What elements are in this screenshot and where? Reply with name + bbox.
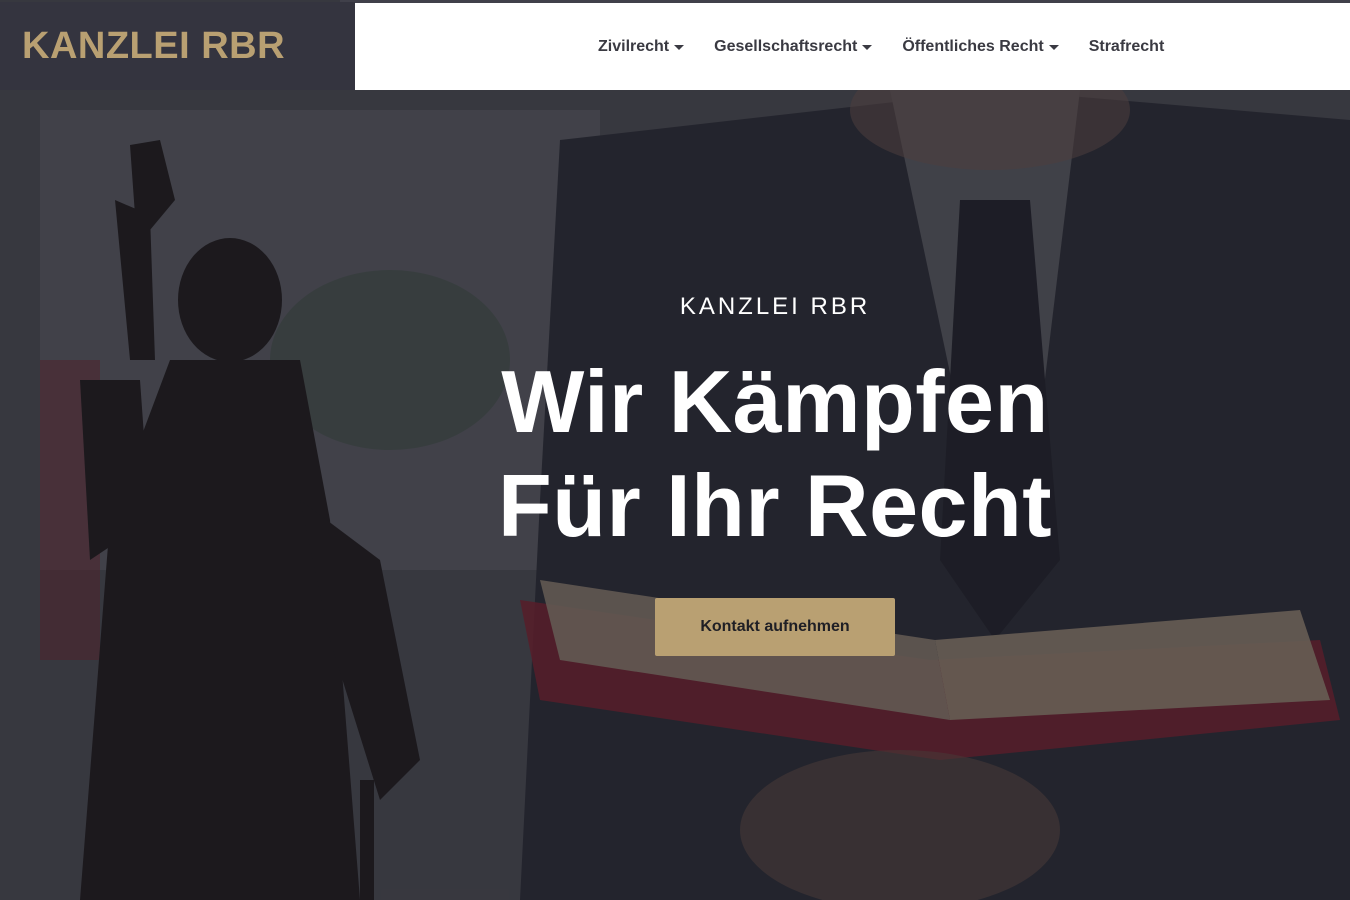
nav-item-gesellschaftsrecht[interactable]: Gesellschaftsrecht (714, 37, 873, 56)
nav-item-label: Zivilrecht (598, 37, 670, 55)
hero-headline-line-1: Wir Kämpfen (501, 352, 1049, 451)
nav-item-label: Strafrecht (1088, 37, 1165, 55)
caret-down-icon (862, 44, 873, 50)
brand-logo[interactable]: KANZLEI RBR (0, 2, 355, 90)
nav-item-label: Öffentliches Recht (902, 37, 1044, 55)
nav-item-oeffentliches-recht[interactable]: Öffentliches Recht (902, 37, 1059, 56)
nav-item-label: Gesellschaftsrecht (714, 37, 858, 55)
caret-down-icon (1048, 44, 1059, 50)
nav-menu: Zivilrecht Gesellschaftsrecht Öffentlich… (598, 3, 1194, 90)
main-navigation: Zivilrecht Gesellschaftsrecht Öffentlich… (355, 3, 1350, 90)
nav-item-zivilrecht[interactable]: Zivilrecht (598, 37, 685, 56)
hero-eyebrow: KANZLEI RBR (679, 293, 871, 320)
hero-headline: Wir Kämpfen Für Ihr Recht (400, 350, 1150, 558)
contact-button[interactable]: Kontakt aufnehmen (655, 598, 895, 656)
hero-content: KANZLEI RBR Wir Kämpfen Für Ihr Recht Ko… (400, 290, 1150, 656)
hero-headline-line-2: Für Ihr Recht (497, 456, 1053, 555)
caret-down-icon (674, 44, 685, 50)
nav-item-strafrecht[interactable]: Strafrecht (1089, 38, 1165, 56)
brand-name: KANZLEI RBR (22, 24, 286, 67)
